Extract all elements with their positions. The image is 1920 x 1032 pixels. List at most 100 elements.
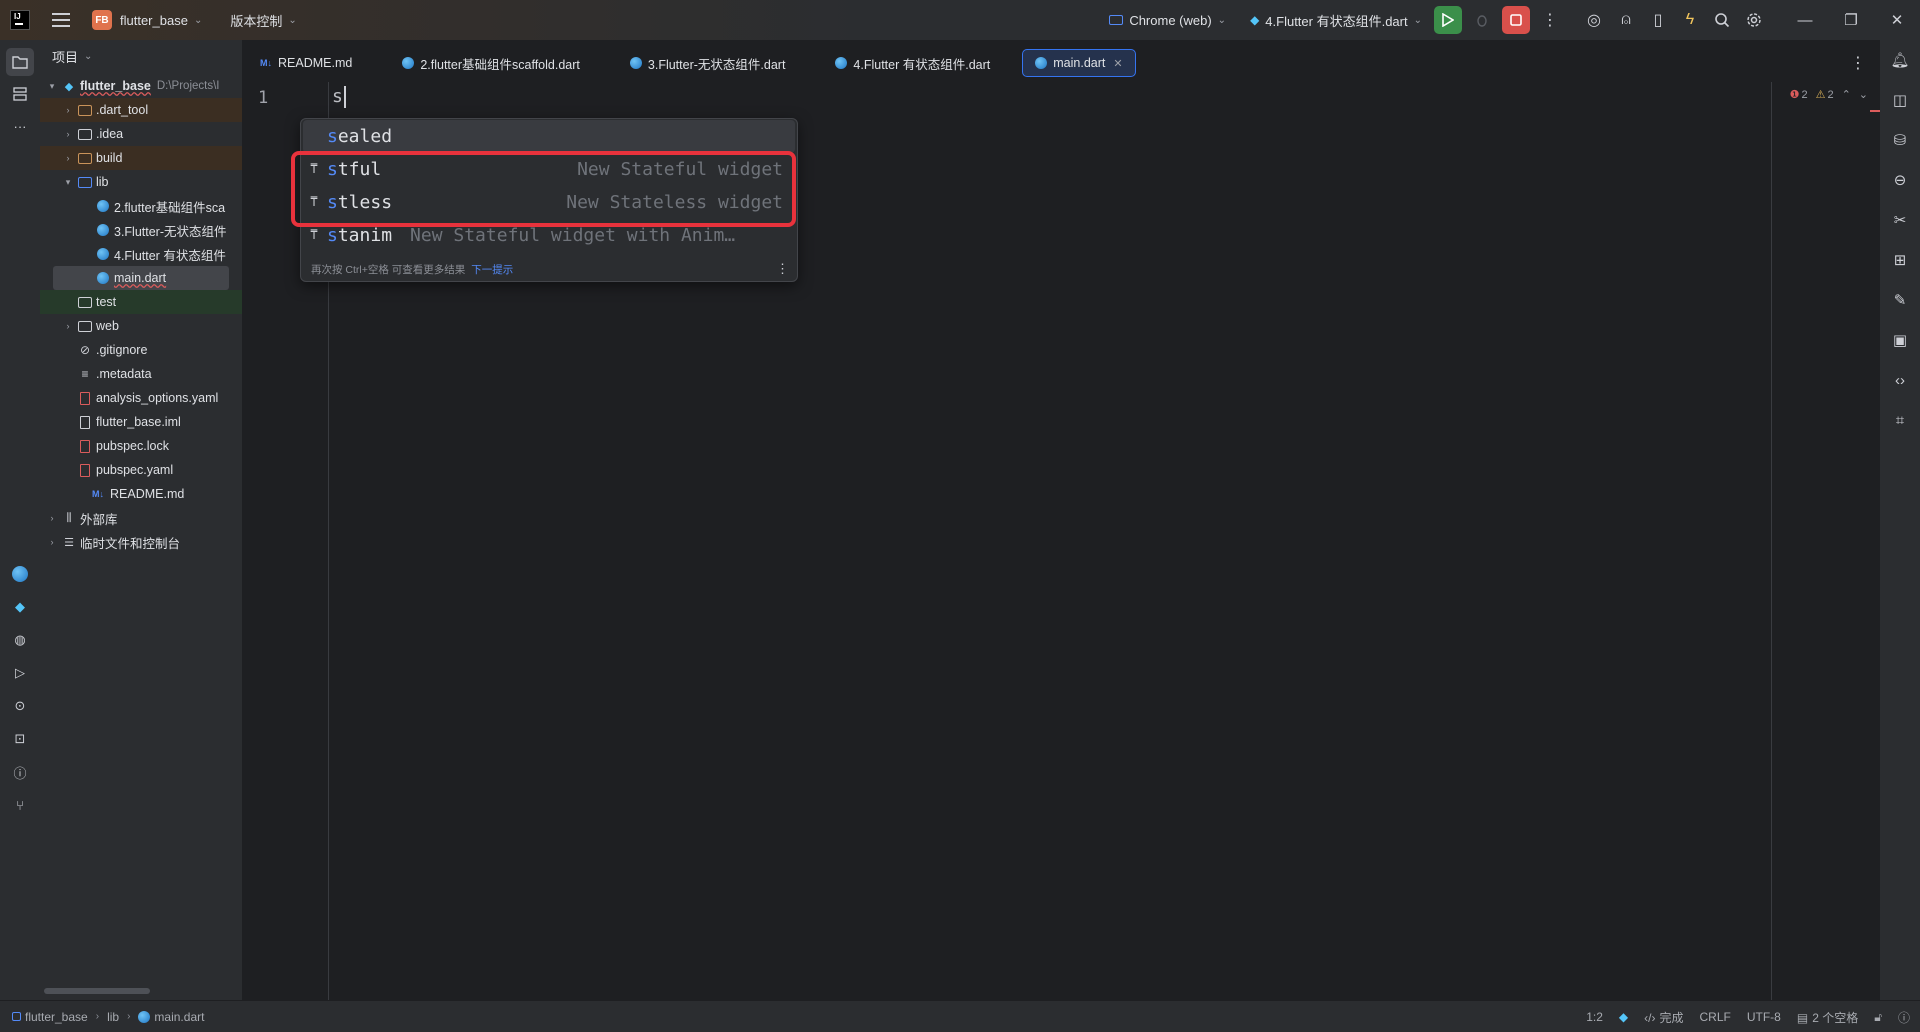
breadcrumb-lib[interactable]: lib [107,1010,119,1024]
cursor-position[interactable]: 1:2 [1586,1010,1603,1024]
close-tab-icon[interactable]: ✕ [1113,57,1122,70]
lsp-widget[interactable]: ‹/› 完成 [1644,1009,1683,1026]
dart-file-icon [402,57,415,69]
search-everywhere-button[interactable] [1706,5,1738,35]
services-tool-button[interactable]: ⊙ [6,692,34,720]
tree-item-label: .gitignore [96,343,148,357]
completion-footer: 再次按 Ctrl+空格 可查看更多结果 下一提示 ⋮ [311,261,789,277]
project-switcher[interactable]: FB flutter_base ⌄ [84,6,210,34]
database-button[interactable]: ⛁ [1886,126,1914,154]
device-mirror-button[interactable]: ▣ [1886,326,1914,354]
tree-item-pubspec-yaml[interactable]: pubspec.yaml [40,458,242,482]
hot-reload-button[interactable]: ϟ [1674,5,1706,35]
more-tools-button[interactable]: ··· [6,112,34,140]
tree-item-dart-tool[interactable]: › .dart_tool [40,98,242,122]
run-tool-button[interactable]: ▷ [6,659,34,687]
chevron-up-icon[interactable]: ⌃ [1842,88,1851,101]
inspector-button[interactable]: ⌗ [1886,406,1914,434]
breadcrumb-file[interactable]: main.dart [154,1010,204,1024]
completion-name: stanim [327,225,392,246]
error-stripe-mark[interactable] [1870,110,1880,112]
next-tip-link[interactable]: 下一提示 [471,262,513,277]
horizontal-scrollbar[interactable] [44,988,150,994]
tree-item-main-dart[interactable]: main.dart [53,266,229,290]
tree-item-file-stateless[interactable]: 3.Flutter-无状态组件 [40,218,242,242]
more-actions-button[interactable]: ⋮ [1534,5,1566,35]
project-tool-button[interactable] [6,48,34,76]
breadcrumb-project[interactable]: flutter_base [25,1010,88,1024]
problems-tool-button[interactable]: ⓘ [6,758,34,786]
completion-rest: tanim [337,225,393,246]
flutter-icon: ◆ [1250,13,1260,27]
settings-button[interactable] [1738,5,1770,35]
scissors-icon: ✂ [1893,212,1907,229]
run-button[interactable] [1434,6,1462,34]
endpoints-button[interactable]: ⊖ [1886,166,1914,194]
indent-widget[interactable]: ▤ 2 个空格 [1797,1009,1858,1026]
restore-button[interactable]: ❐ [1828,0,1874,40]
tree-item-file-stateful[interactable]: 4.Flutter 有状态组件 [40,242,242,266]
file-encoding[interactable]: UTF-8 [1747,1010,1781,1024]
tree-item-idea[interactable]: › .idea [40,122,242,146]
widget-preview-button[interactable]: ⊞ [1886,246,1914,274]
tree-item-file-scaffold[interactable]: 2.flutter基础组件sca [40,194,242,218]
tree-item-readme[interactable]: M↓ README.md [40,482,242,506]
tree-item-analysis-options[interactable]: analysis_options.yaml [40,386,242,410]
dart-analysis-button[interactable] [6,560,34,588]
tree-item-scratches[interactable]: › ☰ 临时文件和控制台 [40,530,242,554]
tab-stateful[interactable]: 4.Flutter 有状态组件.dart [823,49,1002,77]
git-tool-button[interactable]: ⑂ [6,791,34,819]
run-config-selector[interactable]: ◆ 4.Flutter 有状态组件.dart ⌄ [1242,6,1430,34]
terminal-tool-button[interactable]: ⊡ [6,725,34,753]
stop-button[interactable] [1502,6,1530,34]
tab-readme[interactable]: M↓ README.md [248,49,364,77]
ai-chat-button[interactable]: ◫ [1886,86,1914,114]
lsp-status: 完成 [1659,1010,1684,1025]
dart-file-icon [96,199,110,213]
tab-stateless[interactable]: 3.Flutter-无状态组件.dart [618,49,798,77]
tab-scaffold[interactable]: 2.flutter基础组件scaffold.dart [390,49,592,77]
tree-item-pubspec-lock[interactable]: pubspec.lock [40,434,242,458]
main-menu-icon[interactable] [52,13,70,27]
code-with-me-button[interactable]: ⍝ [1610,5,1642,35]
notifications-button[interactable]: 🔔︎ [1886,46,1914,74]
tree-item-build[interactable]: › build [40,146,242,170]
tree-root[interactable]: ▾ ◆ flutter_base D:\Projects\I [40,74,242,98]
database-icon: ⛁ [1893,132,1907,149]
scissors-tool-button[interactable]: ✂ [1886,206,1914,234]
warning-circle-icon[interactable]: ⓘ [1898,1009,1910,1026]
tree-item-web[interactable]: › web [40,314,242,338]
structure-icon [13,87,27,101]
line-separator[interactable]: CRLF [1700,1010,1731,1024]
tab-options-button[interactable]: ⋮ [1842,48,1874,78]
tree-item-metadata[interactable]: ≡ .metadata [40,362,242,386]
tree-item-external-libs[interactable]: › ⫼ 外部库 [40,506,242,530]
code-text: s [332,86,343,107]
vcs-menu[interactable]: 版本控制 ⌄ [222,6,304,34]
flutter-performance-button[interactable]: ◍ [6,626,34,654]
ai-assistant-button[interactable]: ◎ [1578,5,1610,35]
tree-item-gitignore[interactable]: ⊘ .gitignore [40,338,242,362]
run-target-selector[interactable]: Chrome (web) ⌄ [1101,6,1234,34]
more-horizontal-icon: ··· [13,118,27,134]
close-window-button[interactable]: ✕ [1874,0,1920,40]
tab-main-dart[interactable]: main.dart ✕ [1022,49,1136,77]
dart-file-icon [629,57,642,69]
lock-icon[interactable]: 🔓︎ [1874,1010,1882,1025]
tree-item-test[interactable]: test [40,290,242,314]
project-panel-header[interactable]: 项目 ⌄ [40,40,242,72]
inspection-widget[interactable]: ❶ 2 ⚠ 2 ⌃ ⌄ [1790,88,1868,102]
code-tool-button[interactable]: ‹› [1886,366,1914,394]
tree-item-iml[interactable]: flutter_base.iml [40,410,242,434]
more-vertical-icon[interactable]: ⋮ [776,261,789,277]
tree-item-lib[interactable]: ▾ lib [40,170,242,194]
code-line[interactable]: s [332,86,346,108]
debug-button[interactable] [1466,5,1498,35]
structure-tool-button[interactable] [6,80,34,108]
device-manager-button[interactable]: ▯ [1642,5,1674,35]
completion-item-sealed[interactable]: sealed [303,120,795,153]
chevron-down-icon[interactable]: ⌄ [1859,88,1868,101]
minimize-button[interactable]: — [1782,0,1828,40]
flutter-inspector-button[interactable]: ◆ [6,593,34,621]
pen-tool-button[interactable]: ✎ [1886,286,1914,314]
